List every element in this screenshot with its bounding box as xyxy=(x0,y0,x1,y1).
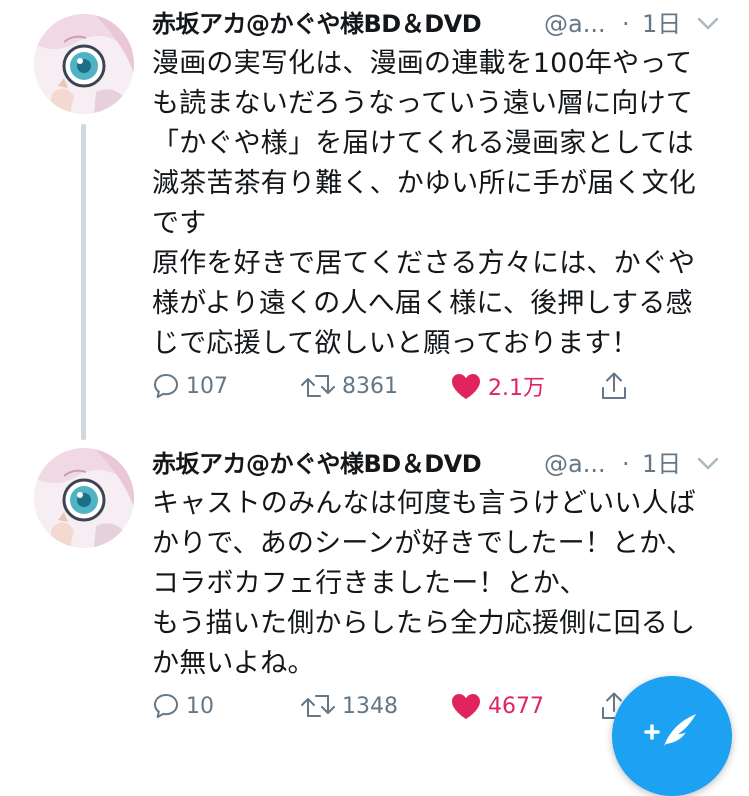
user-handle[interactable]: @a... xyxy=(544,4,606,44)
tweet-text-line: 「かぐや様」を届けてくれる漫画家としては xyxy=(152,128,694,159)
avatar-illustration xyxy=(34,14,134,114)
retweet-icon xyxy=(301,695,335,717)
compose-tweet-icon xyxy=(644,714,696,746)
reply-count: 10 xyxy=(186,693,214,719)
tweet-text: 漫画の実写化は、漫画の連載を100年やって も読まないだろうなっていう遠い層に向… xyxy=(152,44,732,364)
timeline: 赤坂アカ@かぐや様BD＆DVD @a... · 1日 漫画の実写化は、漫画の連載… xyxy=(0,0,749,796)
like-count: 2.1万 xyxy=(488,376,545,401)
chevron-down-icon[interactable] xyxy=(696,454,720,474)
reply-button[interactable]: 10 xyxy=(152,686,214,726)
tweet-text-line: かりで、あのシーンが好きでしたー！とか、 xyxy=(152,528,694,559)
retweet-count: 1348 xyxy=(342,693,398,719)
tweet-text-line: も読まないだろうなっていう遠い層に向けて xyxy=(152,88,694,119)
tweet-text-line: 原作を好きで居てくださる方々には、かぐや xyxy=(152,248,696,279)
reply-icon xyxy=(154,374,178,398)
retweet-icon xyxy=(301,375,335,397)
avatar-illustration xyxy=(34,448,134,548)
tweet-text-line: 滅茶苦茶有り難く、かゆい所に手が届く文化 xyxy=(152,168,696,199)
retweet-button[interactable]: 1348 xyxy=(300,686,398,726)
reply-button[interactable]: 107 xyxy=(152,366,228,406)
tweet-text-line: もう描いた側からしたら全力応援側に回るし xyxy=(152,608,696,639)
heart-icon xyxy=(452,694,480,719)
thread-connector xyxy=(81,124,86,440)
tweet-actions: 10 1348 4677 xyxy=(152,686,652,726)
retweet-button[interactable]: 8361 xyxy=(300,366,398,406)
compose-tweet-button[interactable] xyxy=(612,676,732,796)
tweet-text: キャストのみんなは何度も言うけどいい人ば かりで、あのシーンが好きでしたー！とか… xyxy=(152,484,732,684)
share-button[interactable] xyxy=(600,366,628,406)
avatar[interactable] xyxy=(34,14,134,114)
reply-count: 107 xyxy=(186,373,228,399)
user-handle[interactable]: @a... xyxy=(544,444,606,484)
retweet-count: 8361 xyxy=(342,373,398,399)
share-icon xyxy=(602,372,626,399)
tweet[interactable]: 赤坂アカ@かぐや様BD＆DVD @a... · 1日 漫画の実写化は、漫画の連載… xyxy=(0,0,749,440)
tweet-text-line: じで応援して欲しいと願っております！ xyxy=(152,328,639,359)
like-count: 4677 xyxy=(488,693,544,719)
timestamp[interactable]: 1日 xyxy=(642,444,681,484)
avatar[interactable] xyxy=(34,448,134,548)
separator-dot: · xyxy=(622,10,630,38)
tweet-text-line: 様がより遠くの人へ届く様に、後押しする感 xyxy=(152,288,693,319)
like-button[interactable]: 4677 xyxy=(450,686,544,726)
tweet-text-line: 漫画の実写化は、漫画の連載を100年やって xyxy=(152,48,693,79)
separator-dot: · xyxy=(622,450,630,478)
timestamp[interactable]: 1日 xyxy=(642,4,681,44)
chevron-down-icon[interactable] xyxy=(696,14,720,34)
tweet-text-line: か無いよね。 xyxy=(152,648,315,679)
like-button[interactable]: 2.1万 xyxy=(450,366,545,406)
tweet-header: 赤坂アカ@かぐや様BD＆DVD @a... · 1日 xyxy=(152,444,732,484)
tweet-text-line: です xyxy=(152,208,207,239)
tweet-actions: 107 8361 2.1万 xyxy=(152,366,652,406)
tweet-text-line: キャストのみんなは何度も言うけどいい人ば xyxy=(152,488,696,519)
tweet-text-line: コラボカフェ行きましたー！とか、 xyxy=(152,568,587,599)
tweet-header: 赤坂アカ@かぐや様BD＆DVD @a... · 1日 xyxy=(152,4,732,44)
heart-icon xyxy=(452,374,480,399)
display-name[interactable]: 赤坂アカ@かぐや様BD＆DVD xyxy=(152,4,482,44)
reply-icon xyxy=(154,694,178,718)
display-name[interactable]: 赤坂アカ@かぐや様BD＆DVD xyxy=(152,444,482,484)
